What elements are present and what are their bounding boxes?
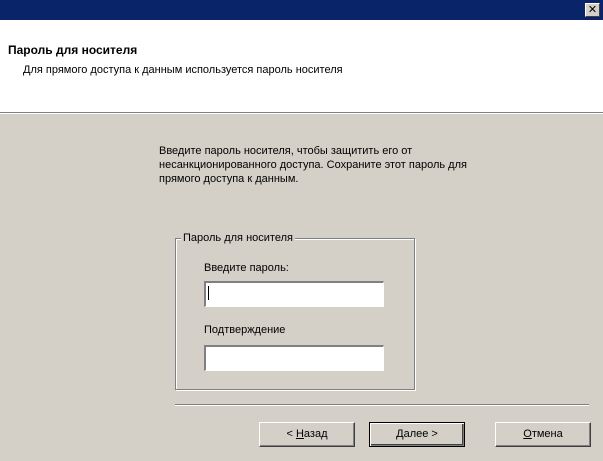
back-button-prefix: < xyxy=(286,428,296,440)
button-divider-highlight xyxy=(175,405,589,406)
page-title: Пароль для носителя xyxy=(8,43,138,57)
header-divider-highlight xyxy=(0,113,603,114)
close-icon[interactable]: ✕ xyxy=(585,3,600,17)
password-label: Введите пароль: xyxy=(204,262,289,274)
confirm-label: Подтверждение xyxy=(204,324,286,336)
next-button[interactable]: Далее > xyxy=(369,422,465,447)
page-subtitle: Для прямого доступа к данным используетс… xyxy=(23,64,343,76)
wizard-header: Пароль для носителя Для прямого доступа … xyxy=(0,20,603,113)
back-button-label: азад xyxy=(303,428,328,440)
title-bar: ✕ xyxy=(0,0,603,20)
text-caret xyxy=(208,286,209,300)
next-button-accel: Д xyxy=(396,428,404,440)
cancel-button-label: тмена xyxy=(531,428,563,440)
media-password-dialog: ✕ Пароль для носителя Для прямого доступ… xyxy=(0,0,603,461)
back-button-accel: Н xyxy=(295,428,304,440)
instruction-text: Введите пароль носителя, чтобы защитить … xyxy=(159,145,467,185)
confirm-password-input[interactable] xyxy=(204,345,384,371)
cancel-button-accel: О xyxy=(523,428,532,440)
next-button-label: алее > xyxy=(403,428,438,440)
back-button[interactable]: < Назад xyxy=(259,422,355,447)
group-legend: Пароль для носителя xyxy=(181,232,295,244)
password-input[interactable] xyxy=(204,281,384,307)
cancel-button[interactable]: Отмена xyxy=(495,422,591,447)
